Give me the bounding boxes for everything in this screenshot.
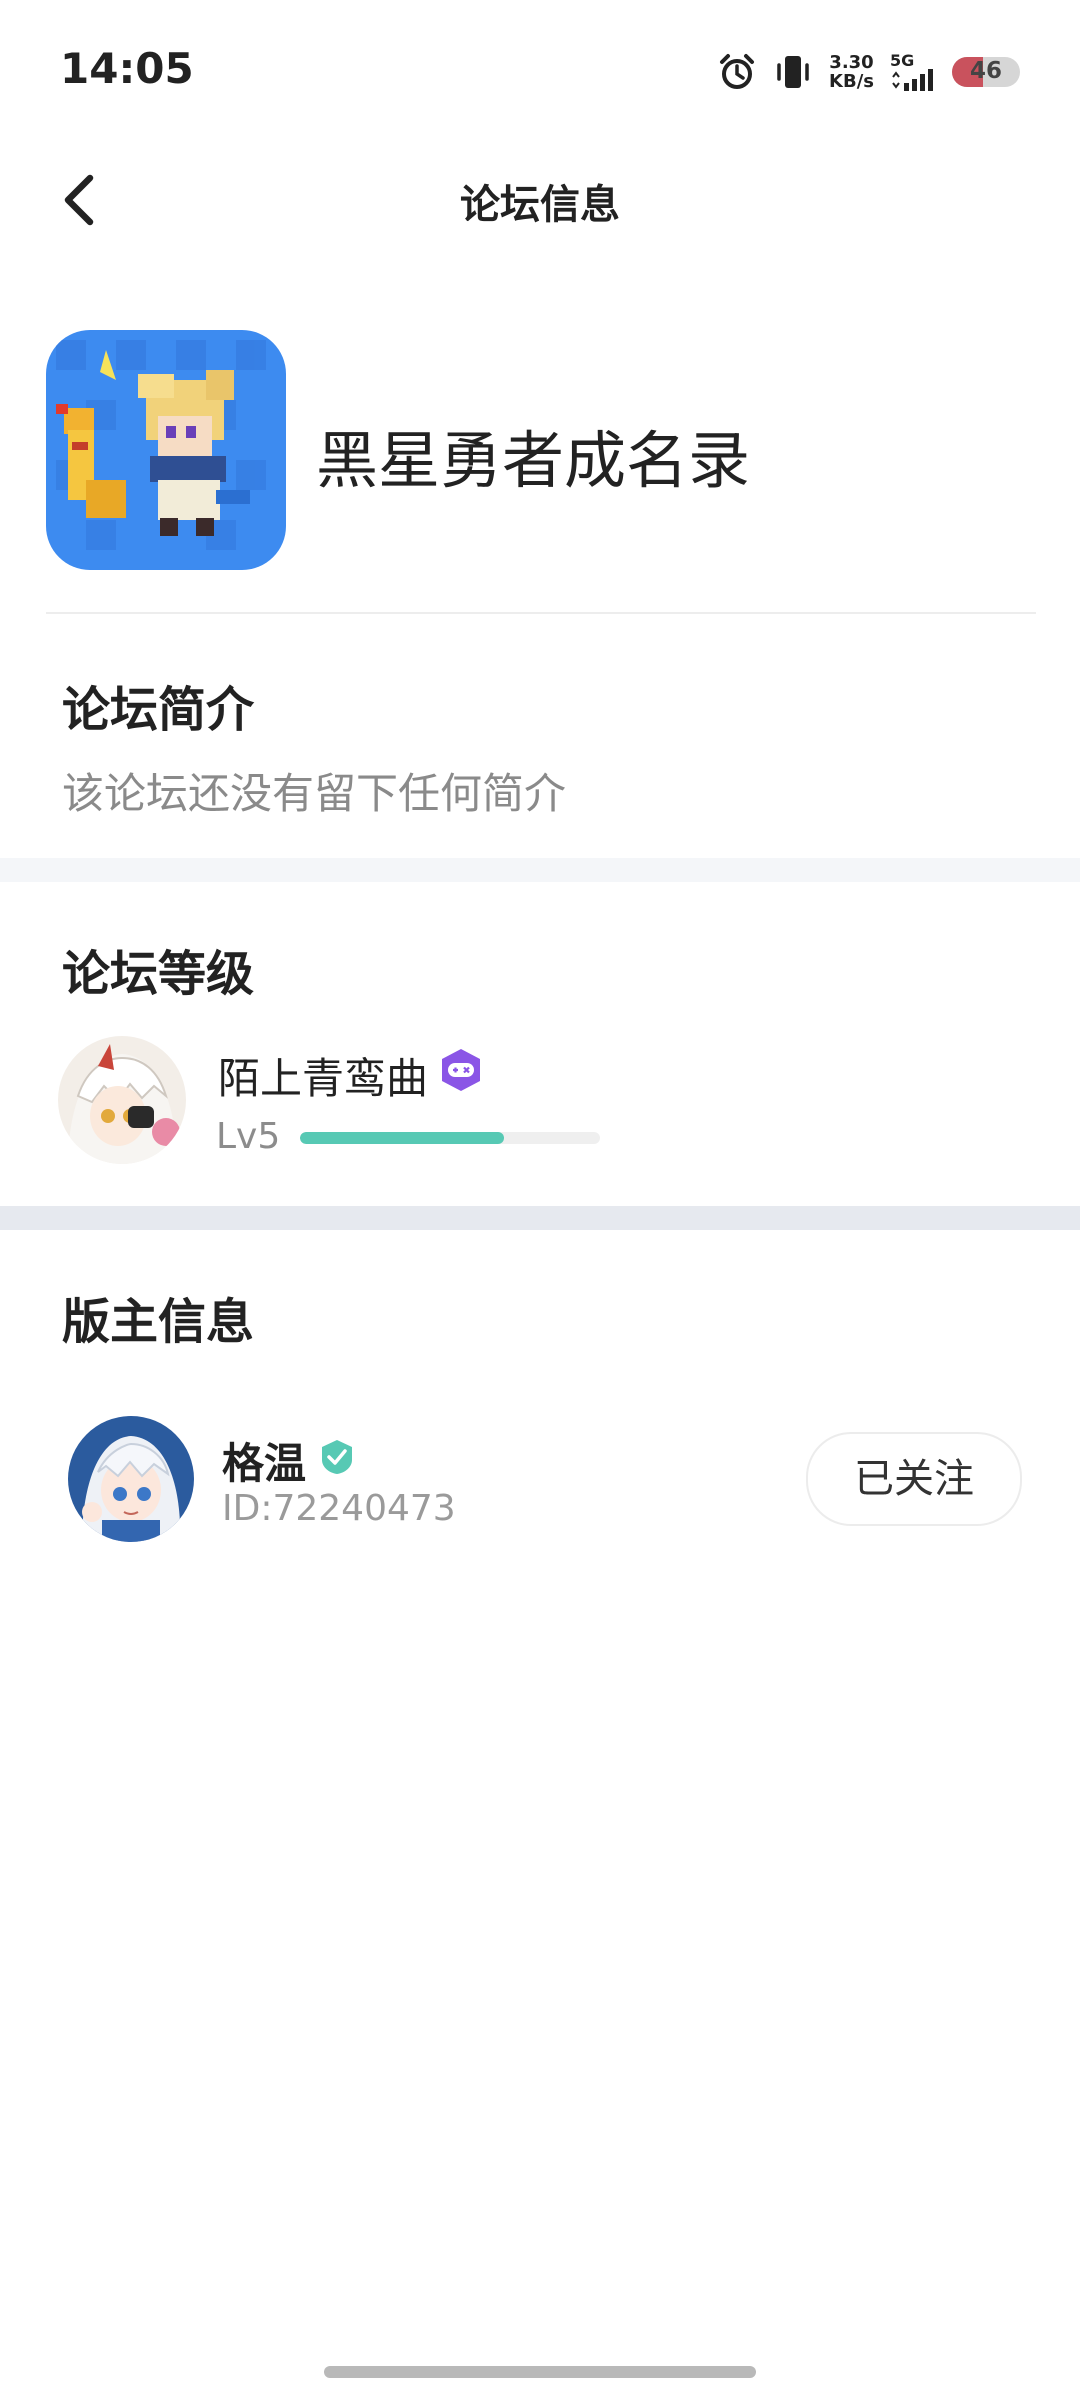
- level-progress-fill: [300, 1132, 504, 1144]
- network-type: 5G: [890, 51, 915, 70]
- vibrate-icon: [777, 56, 809, 88]
- level-label: Lv5: [216, 1116, 281, 1157]
- moderator-id: ID:72240473: [222, 1488, 456, 1529]
- level-progress-bar: [300, 1132, 600, 1144]
- forum-name: 黑星勇者成名录: [316, 424, 751, 497]
- page-title: 论坛信息: [460, 182, 620, 228]
- status-bar: 14:05 3.30 KB/s 5G 46: [0, 0, 1080, 140]
- top-app-bar: 论坛信息: [0, 150, 1080, 250]
- level-section-title: 论坛等级: [62, 946, 255, 1002]
- net-speed: 3.30 KB/s: [829, 53, 874, 91]
- alarm-icon: [720, 54, 755, 89]
- signal-group: 5G: [890, 53, 936, 91]
- moderator-avatar[interactable]: [68, 1416, 194, 1542]
- signal-bars-icon: [892, 69, 933, 91]
- user-name: 陌上青鸾曲: [218, 1054, 429, 1103]
- battery-indicator: 46: [952, 57, 1020, 87]
- user-avatar[interactable]: [58, 1036, 186, 1164]
- moderator-section-title: 版主信息: [62, 1294, 255, 1350]
- verified-check-icon: [318, 1438, 356, 1476]
- followed-button[interactable]: 已关注: [806, 1432, 1022, 1526]
- forum-game-icon: [46, 330, 286, 570]
- divider: [46, 612, 1036, 614]
- home-indicator[interactable]: [324, 2366, 756, 2378]
- net-speed-value: 3.30: [829, 52, 874, 73]
- moderator-name: 格温: [222, 1439, 307, 1488]
- gamepad-badge-icon: [438, 1047, 484, 1093]
- battery-level: 46: [969, 58, 1002, 84]
- section-separator-dark: [0, 1206, 1080, 1230]
- intro-text: 该论坛还没有留下任何简介: [62, 769, 567, 818]
- forum-info-page: 14:05 3.30 KB/s 5G 46 论坛信息 黑星勇者成名录 论坛简介 …: [0, 0, 1080, 2400]
- intro-section-title: 论坛简介: [62, 682, 255, 738]
- section-separator: [0, 858, 1080, 882]
- status-time: 14:05: [60, 44, 194, 93]
- net-speed-unit: KB/s: [829, 71, 874, 92]
- status-icons: 3.30 KB/s 5G 46: [717, 46, 1020, 98]
